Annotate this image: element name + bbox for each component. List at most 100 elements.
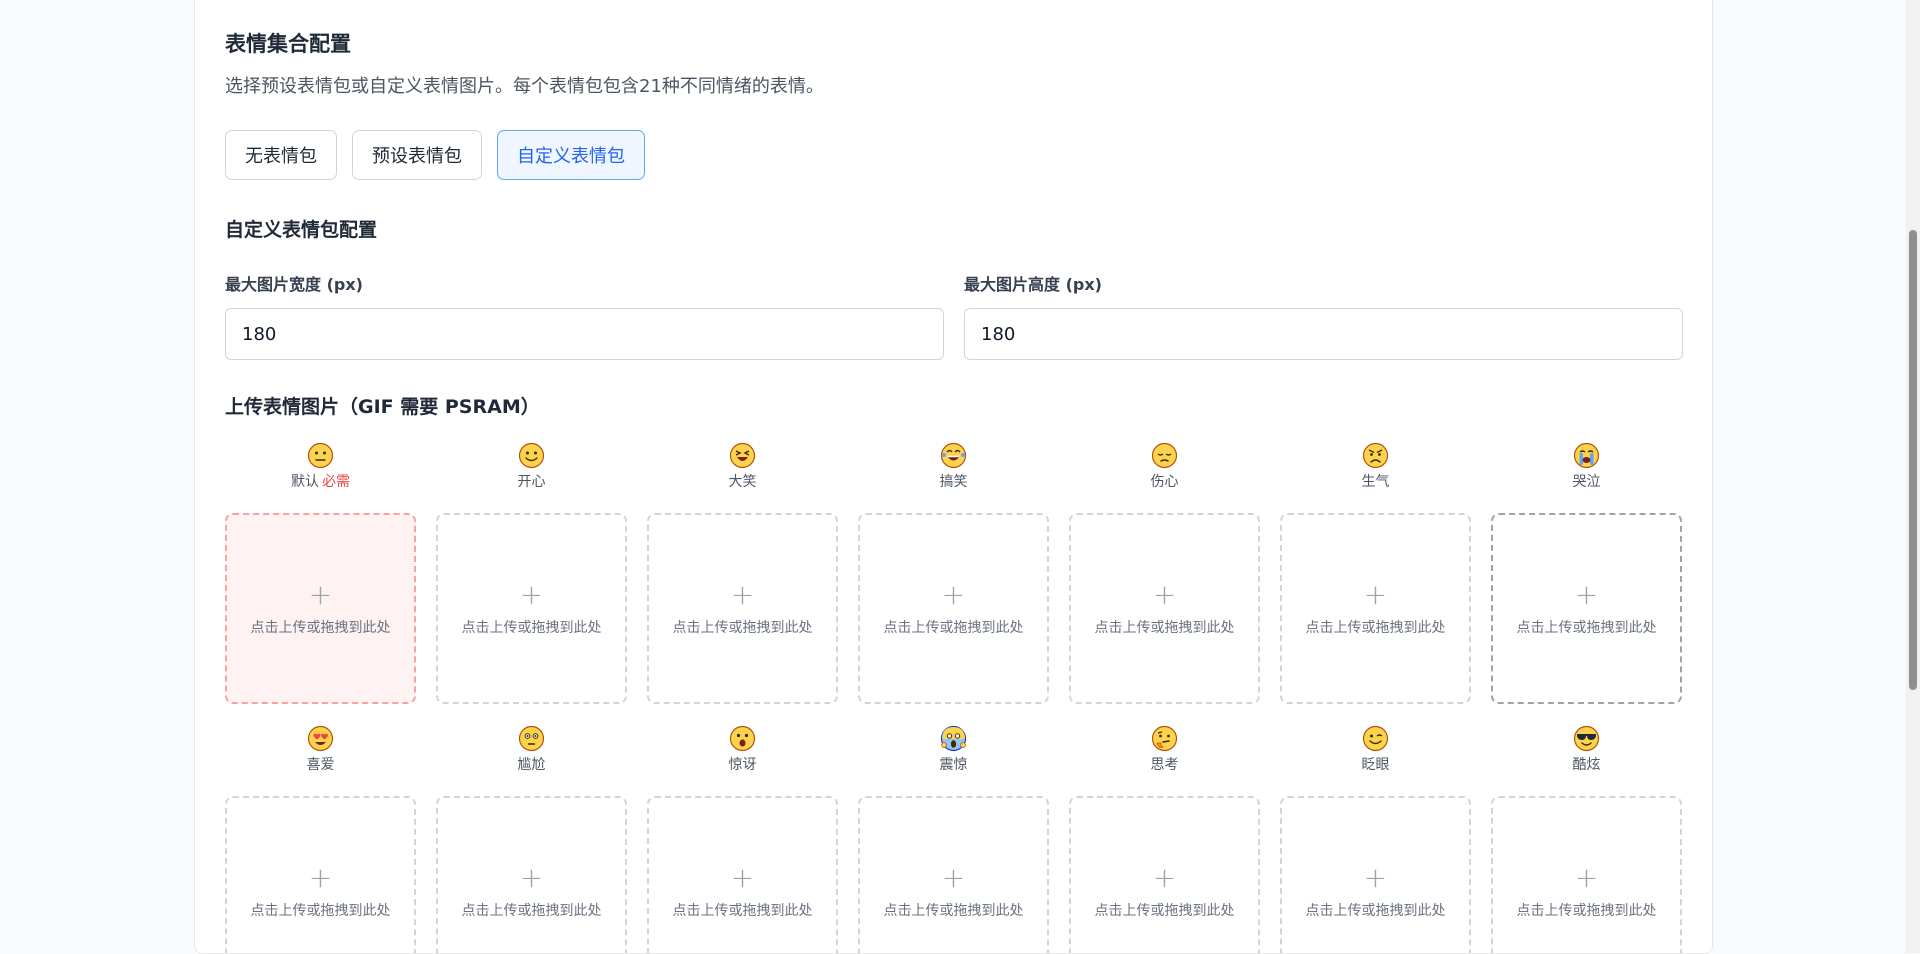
emotion-label: 搞笑 <box>858 472 1049 492</box>
emotion-label-text: 惊讶 <box>728 757 757 773</box>
screaming-face-icon <box>940 725 967 752</box>
drop-hint-text: 点击上传或拖拽到此处 <box>1094 619 1235 636</box>
drop-hint-text: 点击上传或拖拽到此处 <box>1094 902 1235 919</box>
plus-icon: + <box>941 577 966 611</box>
emotion-upload-cell: 大笑 + 点击上传或拖拽到此处 <box>647 442 838 704</box>
emoji-mode-selector: 无表情包 预设表情包 自定义表情包 <box>225 130 645 180</box>
emotion-header: 搞笑 <box>858 442 1049 507</box>
emotion-label: 震惊 <box>858 755 1049 775</box>
emotion-label: 生气 <box>1280 472 1471 492</box>
max-height-label: 最大图片高度 (px) <box>964 275 1102 294</box>
emotion-label-text: 思考 <box>1150 757 1179 773</box>
drop-hint-text: 点击上传或拖拽到此处 <box>1516 902 1657 919</box>
emotion-label: 思考 <box>1069 755 1260 775</box>
emotion-label-text: 默认 <box>291 474 319 490</box>
emotion-drop-zone[interactable]: + 点击上传或拖拽到此处 <box>436 513 627 704</box>
emotion-drop-zone[interactable]: + 点击上传或拖拽到此处 <box>1069 513 1260 704</box>
emotion-drop-zone[interactable]: + 点击上传或拖拽到此处 <box>647 513 838 704</box>
emotion-label-text: 眨眼 <box>1361 757 1390 773</box>
emotion-drop-zone[interactable]: + 点击上传或拖拽到此处 <box>436 796 627 953</box>
emotion-label-text: 尴尬 <box>517 757 546 773</box>
section-description: 选择预设表情包或自定义表情图片。每个表情包包含21种不同情绪的表情。 <box>225 76 824 97</box>
emotion-header: 尴尬 <box>436 725 627 790</box>
required-tag: 必需 <box>322 474 350 490</box>
plus-icon: + <box>941 860 966 894</box>
emotion-upload-cell: 默认 必需 + 点击上传或拖拽到此处 <box>225 442 416 704</box>
emotion-header: 伤心 <box>1069 442 1260 507</box>
max-height-input[interactable] <box>964 308 1683 360</box>
plus-icon: + <box>1152 860 1177 894</box>
emotion-upload-cell: 惊讶 + 点击上传或拖拽到此处 <box>647 725 838 953</box>
surprised-face-icon <box>729 725 756 752</box>
crying-face-icon <box>1573 442 1600 469</box>
max-width-field: 最大图片宽度 (px) <box>225 274 944 360</box>
emotion-drop-zone[interactable]: + 点击上传或拖拽到此处 <box>225 513 416 704</box>
emotion-header: 震惊 <box>858 725 1049 790</box>
emotion-label: 惊讶 <box>647 755 838 775</box>
pensive-face-icon <box>1151 442 1178 469</box>
emotion-label: 喜爱 <box>225 755 416 775</box>
emotion-upload-cell: 震惊 + 点击上传或拖拽到此处 <box>858 725 1049 953</box>
preset-emoji-pack-button[interactable]: 预设表情包 <box>352 130 482 180</box>
no-emoji-pack-button[interactable]: 无表情包 <box>225 130 337 180</box>
emotion-label-text: 喜爱 <box>306 757 335 773</box>
emotion-label-text: 震惊 <box>939 757 968 773</box>
scrollbar-thumb[interactable] <box>1909 230 1917 690</box>
emotion-label: 尴尬 <box>436 755 627 775</box>
angry-face-icon <box>1362 442 1389 469</box>
emotion-drop-zone[interactable]: + 点击上传或拖拽到此处 <box>1280 513 1471 704</box>
emotion-header: 惊讶 <box>647 725 838 790</box>
plus-icon: + <box>730 577 755 611</box>
emotion-header: 开心 <box>436 442 627 507</box>
emotion-upload-cell: 喜爱 + 点击上传或拖拽到此处 <box>225 725 416 953</box>
emotion-header: 大笑 <box>647 442 838 507</box>
emotion-drop-zone[interactable]: + 点击上传或拖拽到此处 <box>225 796 416 953</box>
emotion-label: 伤心 <box>1069 472 1260 492</box>
drop-hint-text: 点击上传或拖拽到此处 <box>250 619 391 636</box>
emotion-drop-zone[interactable]: + 点击上传或拖拽到此处 <box>1491 513 1682 704</box>
emotion-upload-cell: 搞笑 + 点击上传或拖拽到此处 <box>858 442 1049 704</box>
plus-icon: + <box>1363 577 1388 611</box>
emotion-label: 默认 必需 <box>225 472 416 492</box>
emoji-upload-grid: 默认 必需 + 点击上传或拖拽到此处 开心 + 点击上传或拖拽到此处 大笑 + 点击上传或拖拽到此… <box>225 442 1682 953</box>
drop-hint-text: 点击上传或拖拽到此处 <box>883 619 1024 636</box>
section-title: 表情集合配置 <box>225 32 351 56</box>
emotion-label-text: 哭泣 <box>1572 474 1601 490</box>
neutral-face-icon <box>307 442 334 469</box>
max-width-input[interactable] <box>225 308 944 360</box>
emotion-header: 生气 <box>1280 442 1471 507</box>
emotion-upload-cell: 尴尬 + 点击上传或拖拽到此处 <box>436 725 627 953</box>
emotion-header: 喜爱 <box>225 725 416 790</box>
drop-hint-text: 点击上传或拖拽到此处 <box>1305 619 1446 636</box>
laughing-face-icon <box>729 442 756 469</box>
emotion-label: 开心 <box>436 472 627 492</box>
drop-hint-text: 点击上传或拖拽到此处 <box>672 902 813 919</box>
emotion-header: 思考 <box>1069 725 1260 790</box>
drop-hint-text: 点击上传或拖拽到此处 <box>1516 619 1657 636</box>
emotion-drop-zone[interactable]: + 点击上传或拖拽到此处 <box>1069 796 1260 953</box>
max-height-field: 最大图片高度 (px) <box>964 274 1683 360</box>
emotion-label-text: 开心 <box>517 474 546 490</box>
emotion-drop-zone[interactable]: + 点击上传或拖拽到此处 <box>858 513 1049 704</box>
emotion-drop-zone[interactable]: + 点击上传或拖拽到此处 <box>1280 796 1471 953</box>
emotion-label: 眨眼 <box>1280 755 1471 775</box>
heart-eyes-face-icon <box>307 725 334 752</box>
winking-face-icon <box>1362 725 1389 752</box>
plus-icon: + <box>1574 860 1599 894</box>
emotion-label: 哭泣 <box>1491 472 1682 492</box>
emotion-label-text: 酷炫 <box>1572 757 1601 773</box>
thinking-face-icon <box>1151 725 1178 752</box>
emotion-drop-zone[interactable]: + 点击上传或拖拽到此处 <box>858 796 1049 953</box>
emotion-drop-zone[interactable]: + 点击上传或拖拽到此处 <box>1491 796 1682 953</box>
emotion-upload-cell: 思考 + 点击上传或拖拽到此处 <box>1069 725 1260 953</box>
emotion-drop-zone[interactable]: + 点击上传或拖拽到此处 <box>647 796 838 953</box>
custom-emoji-pack-button[interactable]: 自定义表情包 <box>497 130 645 180</box>
plus-icon: + <box>1574 577 1599 611</box>
max-width-label: 最大图片宽度 (px) <box>225 275 363 294</box>
drop-hint-text: 点击上传或拖拽到此处 <box>461 619 602 636</box>
emotion-header: 哭泣 <box>1491 442 1682 507</box>
sunglasses-face-icon <box>1573 725 1600 752</box>
drop-hint-text: 点击上传或拖拽到此处 <box>883 902 1024 919</box>
page-scrollbar[interactable] <box>1906 0 1920 953</box>
drop-hint-text: 点击上传或拖拽到此处 <box>461 902 602 919</box>
